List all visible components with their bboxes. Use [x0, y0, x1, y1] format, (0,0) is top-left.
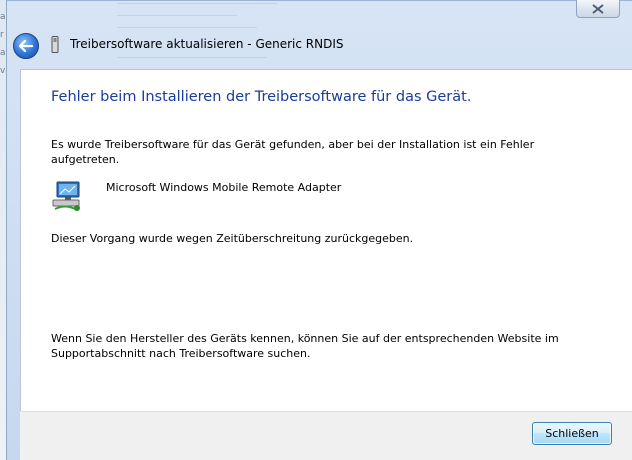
content-pane: Fehler beim Installieren der Treibersoft…: [20, 69, 632, 411]
background-line: [117, 57, 267, 58]
background-text: a: [0, 12, 6, 22]
network-adapter-icon: [52, 181, 80, 211]
hint-message: Wenn Sie den Hersteller des Geräts kenne…: [51, 332, 559, 360]
background-line: [117, 27, 257, 28]
background-text: a: [0, 48, 6, 58]
timeout-message: Dieser Vorgang wurde wegen Zeitüberschre…: [51, 232, 414, 245]
arrow-left-icon: [19, 40, 33, 52]
dialog-footer: Schließen: [20, 411, 632, 460]
found-message: Es wurde Treibersoftware für das Gerät g…: [51, 138, 535, 166]
page-title: Fehler beim Installieren der Treibersoft…: [51, 89, 472, 105]
device-name: Microsoft Windows Mobile Remote Adapter: [106, 181, 342, 194]
background-line: [117, 3, 277, 4]
back-button[interactable]: [13, 33, 39, 59]
window-title: Treibersoftware aktualisieren - Generic …: [70, 37, 344, 51]
background-line: [117, 15, 237, 16]
background-text: r: [0, 30, 4, 40]
usb-device-icon: [51, 36, 59, 53]
close-icon: [592, 3, 604, 14]
background-text: v: [0, 66, 6, 76]
window-close-button[interactable]: [576, 0, 620, 18]
close-button[interactable]: Schließen: [532, 422, 612, 445]
